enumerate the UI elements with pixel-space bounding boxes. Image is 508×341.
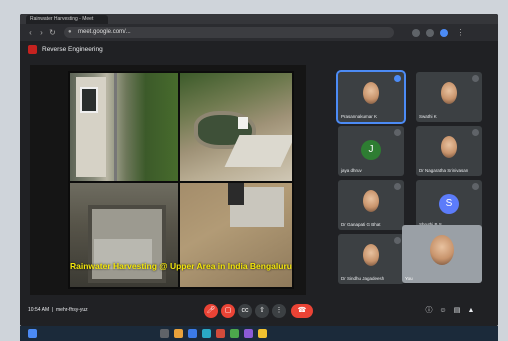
tab-strip: Rainwater Harvesting - Meet [20,14,498,24]
forward-icon[interactable]: › [37,28,46,37]
participant-tile[interactable]: SShruthi B S [416,180,482,230]
participant-name: jaya dhruv [341,168,362,173]
participant-face [441,82,457,104]
taskbar-app-icon[interactable] [202,329,211,338]
taskbar-app-icon[interactable] [188,329,197,338]
participant-tile[interactable]: Jjaya dhruv [338,126,404,176]
participant-face [441,136,457,158]
menu-dots-icon[interactable]: ⋮ [456,28,465,37]
slide-photo-pond [180,73,292,181]
back-icon[interactable]: ‹ [26,28,35,37]
captions-icon[interactable]: cc [238,304,252,318]
camera-off-icon[interactable]: ▢ [221,304,235,318]
photo-pipe [114,73,117,181]
start-icon[interactable] [28,329,37,338]
taskbar-app-icon[interactable] [230,329,239,338]
taskbar-app-icon[interactable] [160,329,169,338]
shared-slide: Rainwater Harvesting @ Upper Area in Ind… [68,71,294,289]
taskbar-app-icon[interactable] [258,329,267,338]
participant-face [363,190,379,212]
self-name: You [405,276,413,281]
chat-icon[interactable]: ▤ [452,306,462,316]
participant-name: Dr Sindhu Jagadeesh [341,276,385,281]
info-icon[interactable]: ⓘ [424,306,434,316]
mic-status-icon [472,183,479,190]
meeting-header: Reverse Engineering [20,41,498,58]
participant-name: Dr Ganapati G Bhat [341,222,381,227]
participant-name: Dr Nagaratha Srinivasan [419,168,469,173]
activities-icon[interactable]: ▲ [466,306,476,316]
participant-avatar: J [361,140,381,160]
extension-icon[interactable] [426,29,434,37]
participant-face [363,82,379,104]
photo-person [228,183,244,205]
meeting-code: mehr-fhsy-yuz [56,307,88,313]
slide-photo-building [70,73,178,181]
participant-name: Prasannakumar K [341,114,378,119]
browser-tab[interactable]: Rainwater Harvesting - Meet [26,15,108,24]
taskbar-app-icon[interactable] [244,329,253,338]
mic-off-icon[interactable]: 🎤︎ [204,304,218,318]
meet-logo-icon [28,45,37,54]
mic-status-icon [394,75,401,82]
lock-icon: ● [68,29,72,35]
browser-window: Rainwater Harvesting - Meet ‹ › ↻ meet.g… [20,14,498,326]
photo-signboard [238,117,248,129]
presentation-stage: Rainwater Harvesting @ Upper Area in Ind… [30,65,306,295]
participant-tile[interactable]: Dr Sindhu Jagadeesh [338,234,404,284]
more-icon[interactable]: ⋮ [272,304,286,318]
url-field[interactable]: meet.google.com/... [64,27,394,38]
participant-tile[interactable]: Swathi K [416,72,482,122]
mic-status-icon [472,75,479,82]
participant-face [363,244,379,266]
end-call-icon[interactable]: ☎︎ [291,304,313,318]
self-face [430,235,454,265]
mic-status-icon [394,183,401,190]
profile-avatar[interactable] [440,29,448,37]
mic-status-icon [472,129,479,136]
participant-tile[interactable]: Dr Ganapati G Bhat [338,180,404,230]
taskbar-app-icon[interactable] [174,329,183,338]
participant-avatar: S [439,194,459,214]
extension-icon[interactable] [412,29,420,37]
meeting-time-code: 10:54 AM | mehr-fhsy-yuz [28,307,88,313]
participant-tile[interactable]: Dr Nagaratha Srinivasan [416,126,482,176]
slide-caption: Rainwater Harvesting @ Upper Area in Ind… [70,261,292,271]
taskbar-app-icon[interactable] [216,329,225,338]
os-taskbar [20,326,498,341]
self-view-tile[interactable]: You [402,225,482,283]
people-icon[interactable]: ☺ [438,306,448,316]
address-bar: ‹ › ↻ meet.google.com/... ● ⋮ [20,24,498,41]
present-icon[interactable]: ⇧ [255,304,269,318]
meeting-time: 10:54 AM [28,307,50,313]
mic-status-icon [394,237,401,244]
participant-tile[interactable]: Prasannakumar K [336,70,406,124]
meeting-title: Reverse Engineering [42,46,103,53]
call-controls-bar: 10:54 AM | mehr-fhsy-yuz 🎤︎ ▢ cc ⇧ ⋮ ☎︎ … [20,297,498,326]
reload-icon[interactable]: ↻ [48,28,57,37]
photo-window [80,87,98,113]
mic-status-icon [394,129,401,136]
participant-name: Swathi K [419,114,437,119]
